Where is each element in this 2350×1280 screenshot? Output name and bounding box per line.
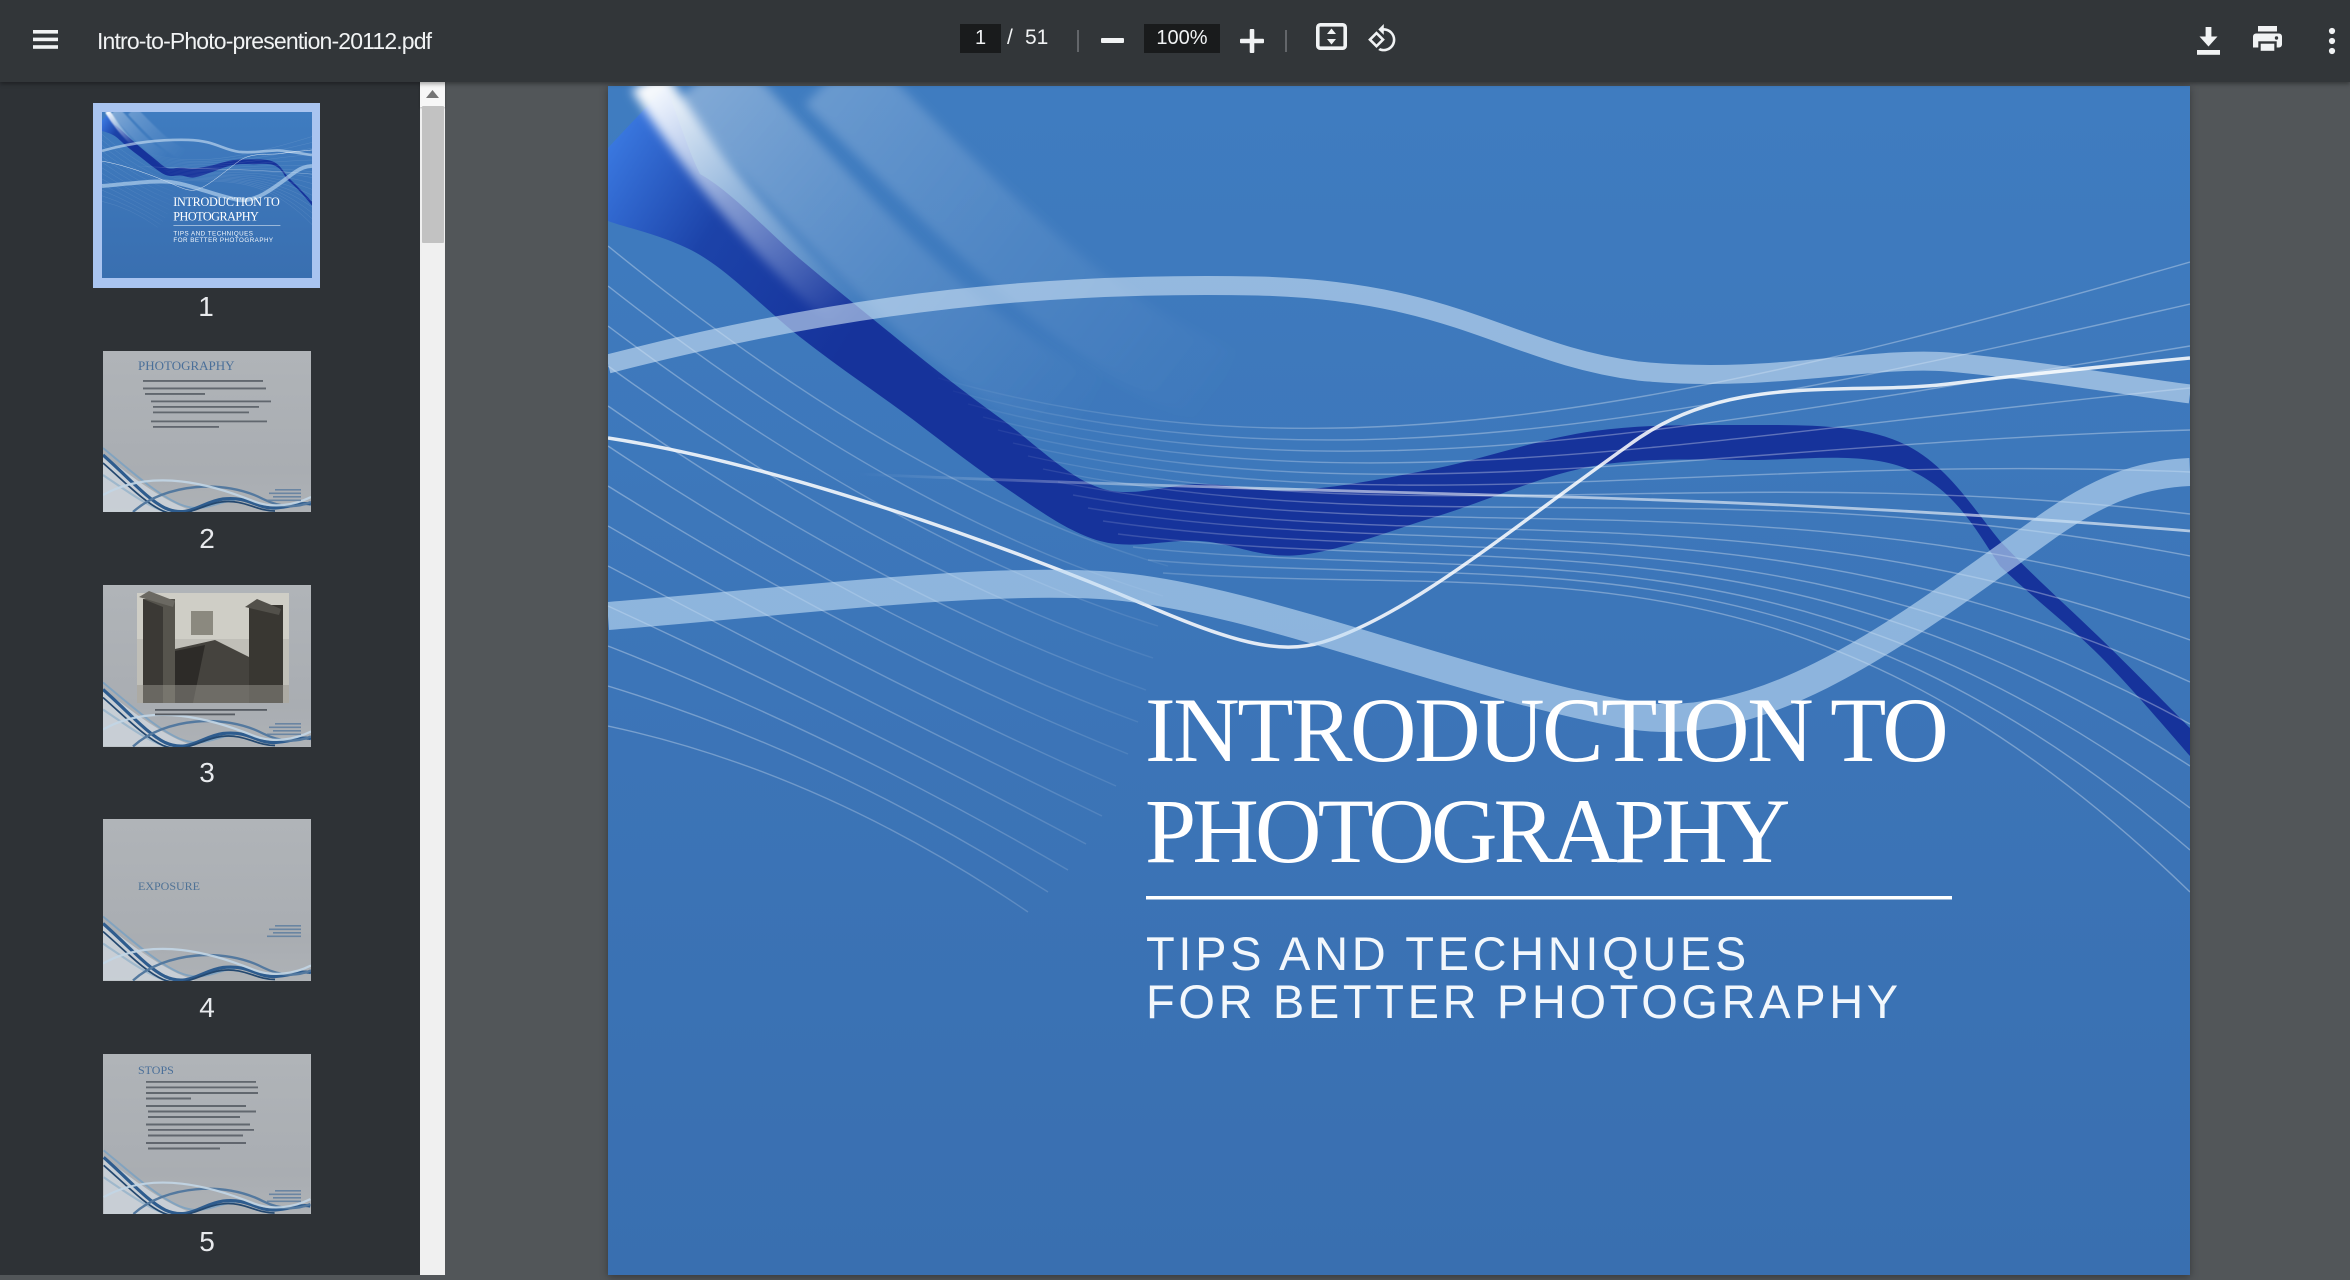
svg-text:PHOTOGRAPHY: PHOTOGRAPHY — [138, 358, 235, 373]
svg-text:STOPS: STOPS — [138, 1063, 174, 1077]
svg-text:EXPOSURE: EXPOSURE — [138, 879, 200, 893]
